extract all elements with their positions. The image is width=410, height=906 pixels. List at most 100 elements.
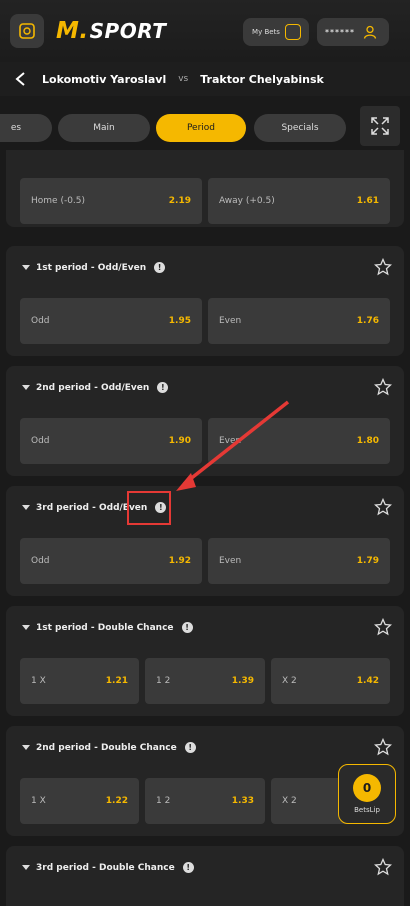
info-icon[interactable]: ! <box>182 862 194 873</box>
odd-value: 1.92 <box>168 556 191 566</box>
tab-label: Specials <box>281 123 319 133</box>
bets-icon <box>285 24 301 40</box>
my-bets-label: My Bets <box>252 28 280 36</box>
market-card: 3rd period - Double Chance ! <box>6 846 404 906</box>
menu-icon[interactable] <box>10 14 44 48</box>
market-card: Home (-0.5) 2.19 Away (+0.5) 1.61 <box>6 150 404 227</box>
odd-label: 1 X <box>31 796 46 806</box>
odd-button[interactable]: Even 1.79 <box>208 538 390 584</box>
market-title[interactable]: 3rd period - Double Chance ! <box>22 862 194 873</box>
odd-label: Odd <box>31 556 50 566</box>
info-icon[interactable]: ! <box>181 622 193 633</box>
away-team: Traktor Chelyabinsk <box>200 72 324 86</box>
odd-button[interactable]: Even 1.76 <box>208 298 390 344</box>
tab-label: Period <box>186 123 216 133</box>
odd-label: Even <box>219 556 242 566</box>
brand-name: SPORT <box>89 19 167 43</box>
odd-button[interactable]: Odd 1.95 <box>20 298 202 344</box>
odd-button[interactable]: Odd 1.90 <box>20 418 202 464</box>
brand-prefix: M. <box>56 18 89 44</box>
odd-button[interactable]: Odd 1.92 <box>20 538 202 584</box>
odd-label: 1 2 <box>156 676 171 686</box>
market-card: 2nd period - Odd/Even ! Odd 1.90 Even 1.… <box>6 366 404 476</box>
odd-label: Odd <box>31 316 50 326</box>
market-title-text: 1st period - Odd/Even <box>36 262 147 273</box>
match-bar: Lokomotiv Yaroslavl vs Traktor Chelyabin… <box>0 62 410 96</box>
collapse-icon <box>22 265 30 270</box>
odd-value: 1.79 <box>356 556 379 566</box>
star-icon[interactable] <box>374 258 392 276</box>
odd-value: 1.21 <box>105 676 128 686</box>
market-title[interactable]: 1st period - Double Chance ! <box>22 622 193 633</box>
market-title[interactable]: 2nd period - Double Chance ! <box>22 742 196 753</box>
tab-period[interactable]: Period <box>156 114 246 142</box>
collapse-icon <box>22 385 30 390</box>
star-icon[interactable] <box>374 618 392 636</box>
star-icon[interactable] <box>374 858 392 876</box>
star-icon[interactable] <box>374 498 392 516</box>
odd-value: 1.22 <box>105 796 128 806</box>
odd-value: 2.19 <box>168 196 191 206</box>
odd-button[interactable]: 1 X 1.21 <box>20 658 139 704</box>
market-title-text: 2nd period - Double Chance <box>36 742 177 753</box>
odd-label: Even <box>219 316 242 326</box>
odd-button[interactable]: 1 X 1.22 <box>20 778 139 824</box>
odd-value: 1.61 <box>356 196 379 206</box>
account-balance-masked: ****** <box>325 27 355 37</box>
expand-button[interactable] <box>360 106 400 146</box>
star-icon[interactable] <box>374 378 392 396</box>
collapse-icon <box>22 505 30 510</box>
collapse-icon <box>22 865 30 870</box>
back-arrow-icon[interactable] <box>14 71 28 87</box>
odd-button[interactable]: Home (-0.5) 2.19 <box>20 178 202 224</box>
odd-value: 1.76 <box>356 316 379 326</box>
odd-button[interactable]: Away (+0.5) 1.61 <box>208 178 390 224</box>
odd-label: Odd <box>31 436 50 446</box>
odd-label: 1 2 <box>156 796 171 806</box>
odd-label: X 2 <box>282 676 297 686</box>
odd-label: Home (-0.5) <box>31 196 86 206</box>
brand-logo[interactable]: M. SPORT <box>56 18 166 44</box>
info-icon[interactable]: ! <box>184 742 196 753</box>
my-bets-button[interactable]: My Bets <box>243 18 309 46</box>
odd-value: 1.90 <box>168 436 191 446</box>
market-title[interactable]: 2nd period - Odd/Even ! <box>22 382 169 393</box>
odd-value: 1.95 <box>168 316 191 326</box>
expand-icon <box>371 117 389 135</box>
betslip-count: 0 <box>353 774 381 802</box>
odd-label: Even <box>219 436 242 446</box>
odd-value: 1.80 <box>356 436 379 446</box>
betslip-button[interactable]: 0 BetsLip <box>338 764 396 824</box>
market-title-text: 2nd period - Odd/Even <box>36 382 150 393</box>
tab-specials[interactable]: Specials <box>254 114 346 142</box>
annotation-box <box>127 491 171 525</box>
tab-partial[interactable]: es <box>0 114 52 142</box>
collapse-icon <box>22 625 30 630</box>
odd-label: Away (+0.5) <box>219 196 275 206</box>
market-card: 3rd period - Odd/Even ! Odd 1.92 Even 1.… <box>6 486 404 596</box>
user-icon <box>363 25 377 39</box>
odd-value: 1.42 <box>356 676 379 686</box>
tab-label: es <box>10 123 22 133</box>
market-title-text: 3rd period - Double Chance <box>36 862 175 873</box>
odd-button[interactable]: Even 1.80 <box>208 418 390 464</box>
market-card: 1st period - Odd/Even ! Odd 1.95 Even 1.… <box>6 246 404 356</box>
home-team: Lokomotiv Yaroslavl <box>42 72 167 86</box>
odd-value: 1.33 <box>231 796 254 806</box>
odd-label: 1 X <box>31 676 46 686</box>
vs-label: vs <box>178 74 189 84</box>
info-icon[interactable]: ! <box>154 262 166 273</box>
star-icon[interactable] <box>374 738 392 756</box>
collapse-icon <box>22 745 30 750</box>
tab-label: Main <box>93 123 115 133</box>
odd-button[interactable]: 1 2 1.39 <box>145 658 265 704</box>
info-icon[interactable]: ! <box>157 382 169 393</box>
tab-main[interactable]: Main <box>58 114 150 142</box>
account-button[interactable]: ****** <box>317 18 389 46</box>
odd-button[interactable]: 1 2 1.33 <box>145 778 265 824</box>
odd-button[interactable]: X 2 1.42 <box>271 658 390 704</box>
market-title[interactable]: 1st period - Odd/Even ! <box>22 262 166 273</box>
market-card: 1st period - Double Chance ! 1 X 1.21 1 … <box>6 606 404 716</box>
market-tabs: es Main Period Specials <box>0 106 410 150</box>
market-title-text: 1st period - Double Chance <box>36 622 174 633</box>
